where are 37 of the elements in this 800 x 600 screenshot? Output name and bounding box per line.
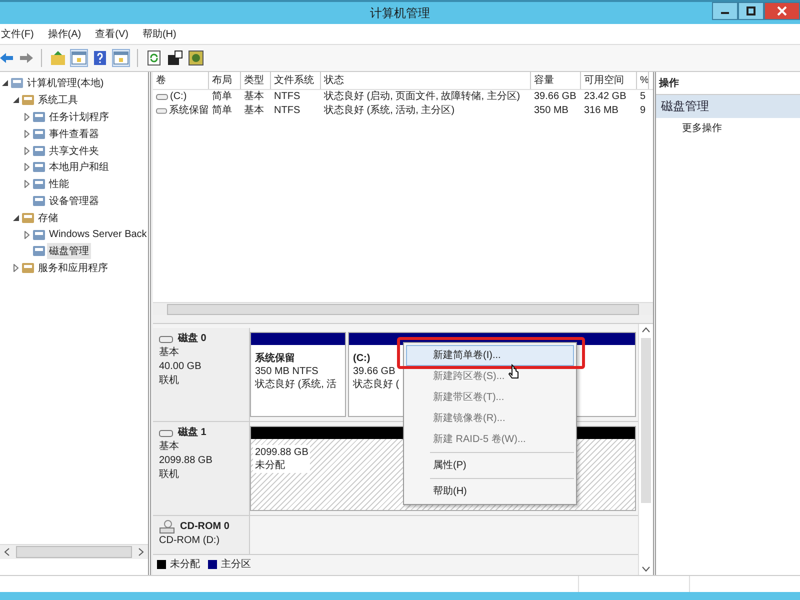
table-cell-text: 5 (639, 90, 647, 104)
table-cell-text: 23.42 GB (583, 90, 628, 104)
partition-detail: 状态良好 ( (353, 378, 400, 391)
disk-name: CD-ROM 0 (180, 520, 230, 534)
disk-detail: 联机 (159, 468, 180, 482)
disk-detail: 40.00 GB (159, 360, 202, 374)
legend-label: 未分配 (170, 558, 200, 571)
disk-detail: 联机 (159, 374, 180, 388)
table-cell-text: NTFS (273, 104, 302, 118)
table-cell-text: 316 MB (583, 104, 620, 118)
table-cell-text: 状态良好 (启动, 页面文件, 故障转储, 主分区) (323, 90, 522, 104)
table-cell-text: 基本 (243, 90, 265, 104)
table-cell-text: 基本 (243, 104, 265, 118)
table-cell: 系统保留 (153, 104, 209, 118)
window-title: 计算机管理 (370, 4, 430, 22)
table-cell-text: NTFS (273, 90, 302, 104)
table-cell: (C:) (153, 90, 209, 104)
disk-detail: 2099.88 GB (159, 454, 214, 468)
table-cell-text: 简单 (211, 90, 233, 104)
table-cell-text: 简单 (211, 104, 233, 118)
partition-title: (C:) (353, 352, 372, 365)
partition-detail: 39.66 GB (353, 365, 396, 378)
partition-detail: 未分配 (255, 459, 286, 472)
partition-detail: 2099.88 GB (255, 446, 308, 459)
disk-detail: 基本 (159, 440, 180, 454)
disk-name: 磁盘 1 (178, 426, 206, 440)
disk-name: 磁盘 0 (178, 332, 206, 346)
table-cell-text: 9 (639, 104, 647, 118)
disk-detail: 基本 (159, 346, 180, 360)
table-cell-text: 39.66 GB (533, 90, 578, 104)
table-cell-text: 350 MB (533, 104, 570, 118)
disk-detail: CD-ROM (D:) (159, 534, 221, 548)
legend-label: 主分区 (221, 558, 251, 571)
partition-detail: 状态良好 (系统, 活 (255, 378, 337, 391)
table-cell-text: 状态良好 (系统, 活动, 主分区) (323, 104, 456, 118)
partition-detail: 350 MB NTFS (255, 365, 320, 378)
partition-title: 系统保留 (255, 352, 296, 365)
